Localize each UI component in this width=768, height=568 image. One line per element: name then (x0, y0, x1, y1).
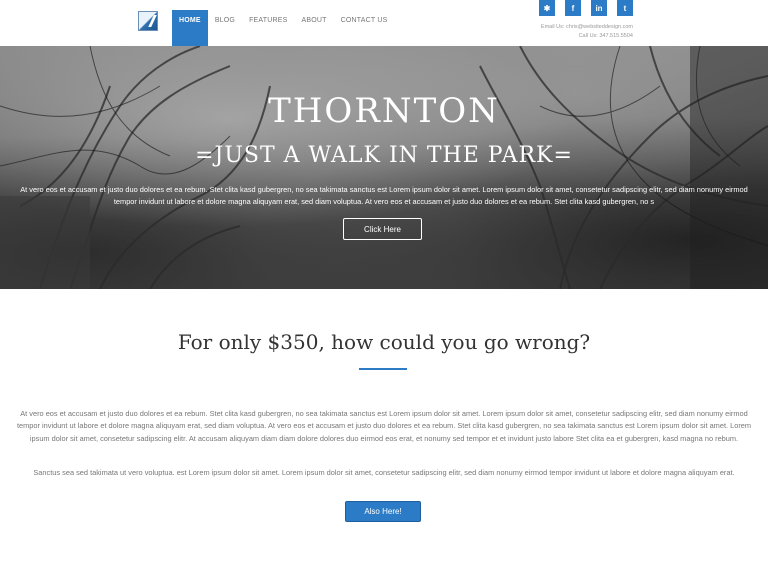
main-nav: HOME BLOG FEATURES ABOUT CONTACT US (172, 10, 394, 46)
nav-features[interactable]: FEATURES (242, 10, 294, 46)
site-header: HOME BLOG FEATURES ABOUT CONTACT US ✱ f … (0, 0, 768, 46)
section-paragraph-2: Sanctus sea sed takimata ut vero voluptu… (33, 468, 735, 477)
headline-divider (359, 368, 407, 370)
contact-info: Email Us: chris@websiteddesign.com Call … (541, 23, 633, 41)
linkedin-icon[interactable]: in (591, 0, 607, 16)
yelp-icon[interactable]: ✱ (539, 0, 555, 16)
contact-phone[interactable]: Call Us: 347.515.5504 (541, 32, 633, 41)
section-paragraph-1: At vero eos et accusam et justo duo dolo… (16, 409, 752, 443)
hero-title: THORNTON (268, 91, 500, 131)
nav-blog[interactable]: BLOG (208, 10, 242, 46)
contact-email[interactable]: Email Us: chris@websiteddesign.com (541, 23, 633, 32)
hero-subtitle: =JUST A WALK IN THE PARK= (195, 143, 573, 168)
nav-about[interactable]: ABOUT (295, 10, 334, 46)
social-links: ✱ f in t (539, 0, 633, 16)
hero-description: At vero eos et accusam et justo duo dolo… (20, 185, 748, 206)
click-here-button[interactable]: Click Here (343, 218, 422, 240)
hero-banner: THORNTON =JUST A WALK IN THE PARK= At ve… (0, 46, 768, 289)
twitter-icon[interactable]: t (617, 0, 633, 16)
section-headline: For only $350, how could you go wrong? (177, 330, 591, 354)
also-here-button[interactable]: Also Here! (345, 501, 421, 522)
logo-icon[interactable] (138, 11, 158, 31)
facebook-icon[interactable]: f (565, 0, 581, 16)
nav-contact-us[interactable]: CONTACT US (334, 10, 395, 46)
nav-home[interactable]: HOME (172, 10, 208, 46)
